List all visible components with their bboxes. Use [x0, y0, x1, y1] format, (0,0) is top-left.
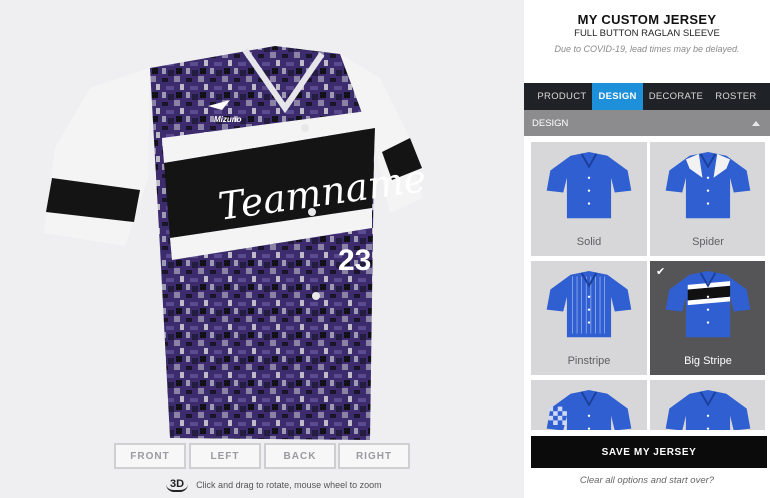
view-front-button[interactable]: FRONT: [114, 443, 186, 469]
jersey-brand-text: Mizuno: [214, 115, 242, 124]
rotate-3d-icon: 3D: [166, 478, 189, 492]
config-tabs: PRODUCT DESIGN DECORATE ROSTER: [524, 83, 770, 116]
jersey-number: 23: [338, 244, 371, 277]
design-jersey-thumbnail: [665, 271, 751, 338]
design-option-label: Big Stripe: [684, 355, 732, 367]
design-jersey-thumbnail: [665, 390, 751, 430]
design-option-tile[interactable]: Spider: [650, 142, 765, 256]
rotate-hint: 3D Click and drag to rotate, mouse wheel…: [166, 478, 382, 492]
design-section-header[interactable]: DESIGN: [524, 110, 770, 136]
rotate-hint-text: Click and drag to rotate, mouse wheel to…: [196, 480, 382, 490]
design-jersey-thumbnail: [546, 271, 632, 338]
tab-product[interactable]: PRODUCT: [531, 83, 592, 110]
design-section-label: DESIGN: [532, 117, 569, 129]
clear-options-link[interactable]: Clear all options and start over?: [524, 475, 770, 486]
tab-design[interactable]: DESIGN: [592, 83, 643, 116]
design-option-tile[interactable]: Solid: [531, 142, 647, 256]
design-option-tile[interactable]: Pinstripe: [531, 261, 647, 375]
jersey-preview-stage[interactable]: Mizuno Teamname 23 FRONT LEFT BACK RIGHT…: [0, 0, 524, 498]
design-option-label: Spider: [692, 236, 724, 248]
product-subtitle: FULL BUTTON RAGLAN SLEEVE: [574, 28, 720, 39]
tab-roster[interactable]: ROSTER: [709, 83, 762, 110]
design-jersey-thumbnail: [665, 152, 751, 219]
view-back-button[interactable]: BACK: [264, 443, 336, 469]
config-panel: MY CUSTOM JERSEY FULL BUTTON RAGLAN SLEE…: [524, 0, 770, 498]
design-options-grid: Solid Spider Pinstripe ✔ Big Stripe: [531, 142, 765, 430]
design-jersey-thumbnail: [546, 152, 632, 219]
design-option-tile[interactable]: [531, 380, 647, 430]
jersey-3d-preview[interactable]: Mizuno Teamname 23: [30, 28, 450, 446]
collapse-caret-icon[interactable]: [752, 121, 760, 126]
view-right-button[interactable]: RIGHT: [338, 443, 410, 469]
view-left-button[interactable]: LEFT: [189, 443, 261, 469]
design-option-tile[interactable]: [650, 380, 765, 430]
design-option-tile[interactable]: ✔ Big Stripe: [650, 261, 765, 375]
covid-notice: Due to COVID-19, lead times may be delay…: [554, 44, 740, 54]
tab-decorate[interactable]: DECORATE: [643, 83, 709, 110]
page-title: MY CUSTOM JERSEY: [577, 12, 717, 27]
design-jersey-thumbnail: [546, 390, 632, 430]
design-option-label: Solid: [576, 236, 602, 248]
selected-check-icon: ✔: [656, 266, 666, 278]
save-jersey-button[interactable]: SAVE MY JERSEY: [531, 436, 767, 468]
design-option-label: Pinstripe: [567, 355, 611, 367]
